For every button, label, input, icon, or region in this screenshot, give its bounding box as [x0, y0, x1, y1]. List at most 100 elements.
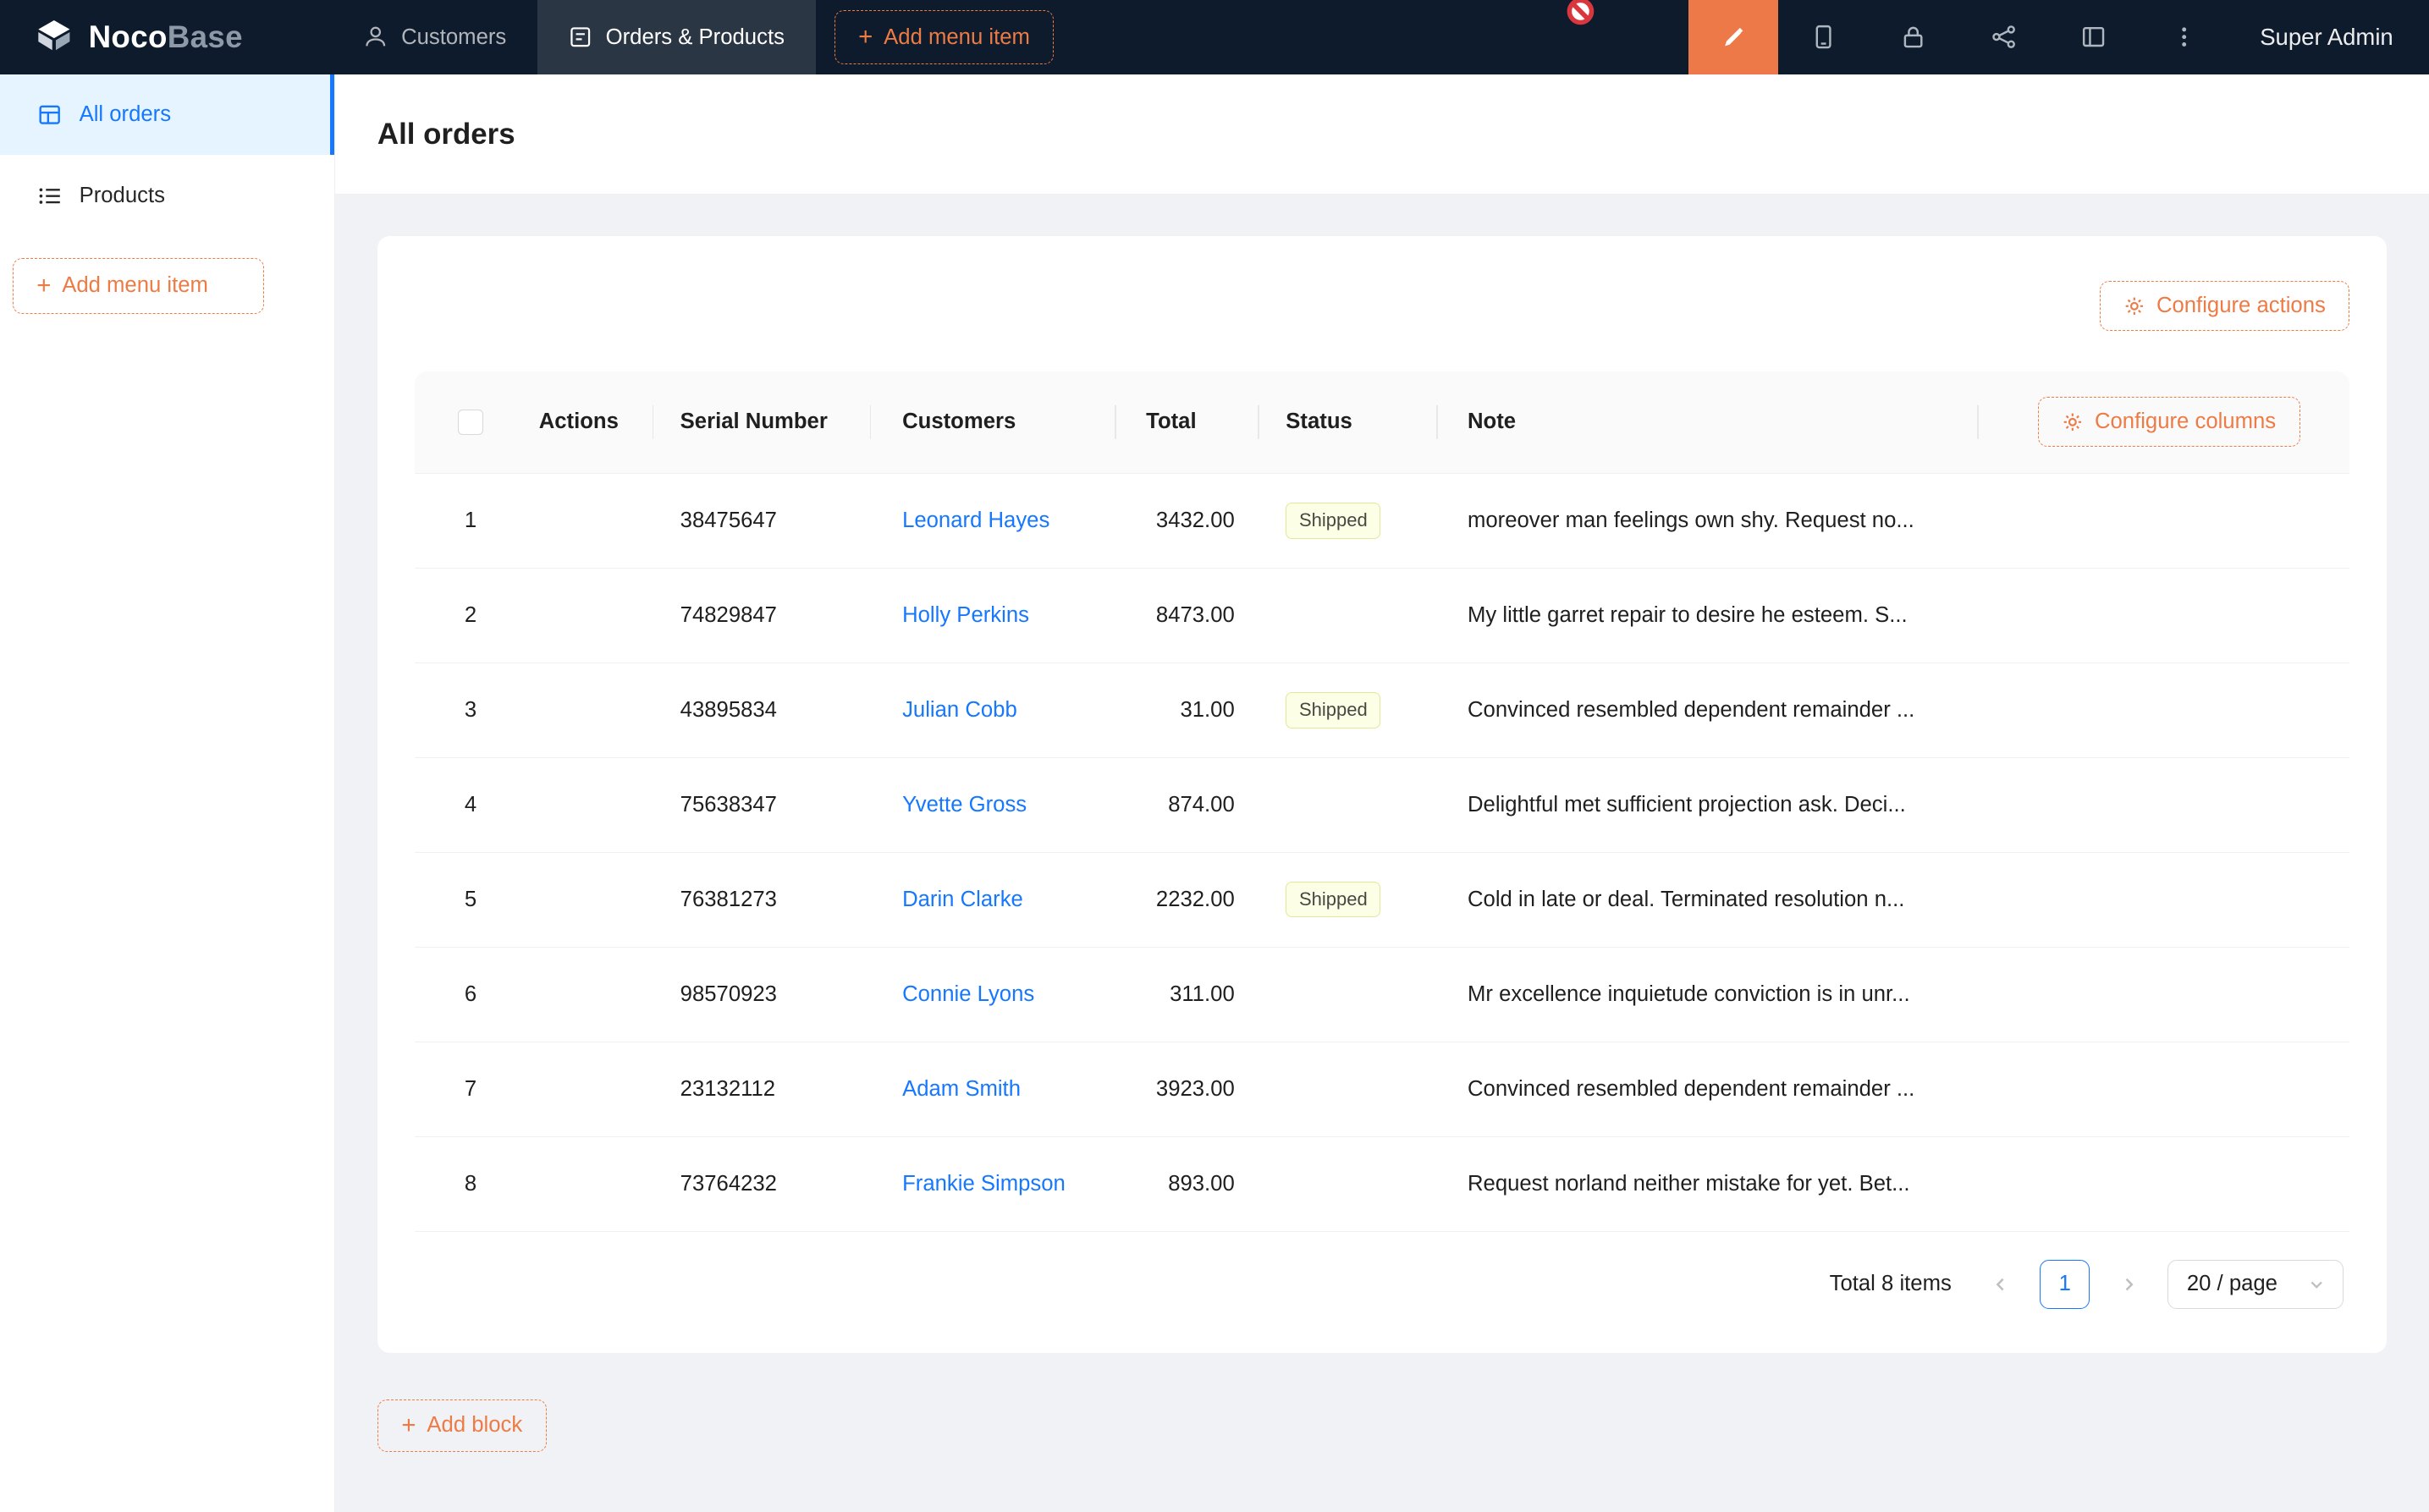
row-index[interactable]: 7	[415, 1042, 526, 1136]
actions-cell	[526, 663, 653, 757]
pagination-total: Total 8 items	[1830, 1272, 1952, 1296]
sidebar-item-products[interactable]: Products	[0, 155, 334, 235]
top-navbar: NocoBase Customers Orders & Products + A…	[0, 0, 2429, 74]
customer-link[interactable]: Adam Smith	[902, 1077, 1021, 1101]
mobile-button[interactable]	[1778, 0, 1868, 74]
column-header-configure: Configure columns	[1977, 371, 2349, 474]
actions-cell	[526, 569, 653, 663]
row-index[interactable]: 3	[415, 663, 526, 757]
brand-name: NocoBase	[89, 19, 243, 55]
table-row: 8 73764232 Frankie Simpson 893.00 Reques…	[415, 1136, 2349, 1231]
column-header-status: Status	[1258, 371, 1436, 474]
note-cell: Request norland neither mistake for yet.…	[1436, 1136, 1977, 1231]
note-cell: Mr excellence inquietude conviction is i…	[1436, 947, 1977, 1042]
row-index[interactable]: 6	[415, 947, 526, 1042]
total-cell: 3923.00	[1115, 1042, 1258, 1136]
table-icon	[37, 102, 62, 127]
total-cell: 893.00	[1115, 1136, 1258, 1231]
total-cell: 31.00	[1115, 663, 1258, 757]
customer-link[interactable]: Connie Lyons	[902, 982, 1034, 1006]
user-menu[interactable]: Super Admin	[2229, 24, 2429, 51]
customer-link[interactable]: Leonard Hayes	[902, 509, 1049, 532]
serial-cell: 76381273	[653, 852, 870, 947]
column-header-customers: Customers	[870, 371, 1115, 474]
total-cell: 2232.00	[1115, 852, 1258, 947]
lock-icon	[1900, 24, 1926, 50]
orders-table-block: Configure actions Actions Serial Number …	[377, 236, 2388, 1353]
configure-cell	[1977, 852, 2349, 947]
actions-cell	[526, 852, 653, 947]
sidebar-item-label: Products	[80, 184, 165, 208]
configure-columns-button[interactable]: Configure columns	[2038, 397, 2300, 447]
customer-cell: Yvette Gross	[870, 757, 1115, 852]
table-row: 1 38475647 Leonard Hayes 3432.00 Shipped…	[415, 474, 2349, 569]
table-toolbar: Configure actions	[415, 281, 2349, 331]
status-tag: Shipped	[1286, 692, 1380, 728]
status-tag: Shipped	[1286, 882, 1380, 917]
pagination: Total 8 items 1 20 / page	[415, 1260, 2349, 1310]
status-cell	[1258, 569, 1436, 663]
row-index[interactable]: 2	[415, 569, 526, 663]
page-content: Configure actions Actions Serial Number …	[335, 194, 2429, 1512]
mobile-icon	[1810, 24, 1837, 50]
configure-actions-button[interactable]: Configure actions	[2100, 281, 2349, 331]
gear-icon	[2062, 411, 2084, 433]
note-cell: moreover man feelings own shy. Request n…	[1436, 474, 1977, 569]
lock-button[interactable]	[1869, 0, 1958, 74]
configure-cell	[1977, 947, 2349, 1042]
not-allowed-cursor-icon	[1566, 0, 1595, 26]
gear-icon	[2123, 295, 2145, 317]
nocobase-app: NocoBase Customers Orders & Products + A…	[0, 0, 2429, 1512]
customer-link[interactable]: Julian Cobb	[902, 698, 1017, 722]
customer-link[interactable]: Frankie Simpson	[902, 1172, 1066, 1196]
serial-cell: 73764232	[653, 1136, 870, 1231]
serial-cell: 74829847	[653, 569, 870, 663]
orders-table: Actions Serial Number Customers Total St…	[415, 371, 2349, 1232]
api-button[interactable]	[1958, 0, 2048, 74]
highlighter-icon	[1721, 24, 1747, 50]
customer-link[interactable]: Yvette Gross	[902, 793, 1027, 816]
pagination-page-1[interactable]: 1	[2040, 1260, 2090, 1310]
actions-cell	[526, 947, 653, 1042]
customer-cell: Leonard Hayes	[870, 474, 1115, 569]
topnav-item-orders-products[interactable]: Orders & Products	[537, 0, 816, 74]
table-row: 5 76381273 Darin Clarke 2232.00 Shipped …	[415, 852, 2349, 947]
topnav-right-tools: Super Admin	[1688, 0, 2429, 74]
page-title: All orders	[377, 118, 515, 151]
pagination-prev-button[interactable]	[1976, 1260, 2026, 1310]
note-cell: Convinced resembled dependent remainder …	[1436, 663, 1977, 757]
pagination-next-button[interactable]	[2104, 1260, 2154, 1310]
status-cell	[1258, 1136, 1436, 1231]
row-index[interactable]: 1	[415, 474, 526, 569]
serial-cell: 98570923	[653, 947, 870, 1042]
sidebar-add-menu-item-button[interactable]: + Add menu item	[13, 258, 264, 314]
customer-cell: Darin Clarke	[870, 852, 1115, 947]
add-block-button[interactable]: + Add block	[377, 1399, 547, 1452]
plus-icon: +	[36, 273, 51, 298]
topnav-item-customers[interactable]: Customers	[333, 0, 537, 74]
serial-cell: 38475647	[653, 474, 870, 569]
main-area: All orders Configure actions	[335, 74, 2429, 1512]
customer-link[interactable]: Darin Clarke	[902, 888, 1023, 911]
sidebar-item-label: All orders	[80, 102, 172, 127]
status-cell	[1258, 1042, 1436, 1136]
brand-logo[interactable]: NocoBase	[0, 17, 267, 58]
row-index[interactable]: 5	[415, 852, 526, 947]
sidebar: All orders Products + Add menu item	[0, 74, 335, 1512]
actions-cell	[526, 757, 653, 852]
row-index[interactable]: 4	[415, 757, 526, 852]
customer-link[interactable]: Holly Perkins	[902, 603, 1029, 627]
topnav-add-menu-item-button[interactable]: + Add menu item	[834, 10, 1055, 64]
table-row: 3 43895834 Julian Cobb 31.00 Shipped Con…	[415, 663, 2349, 757]
configure-cell	[1977, 569, 2349, 663]
topnav-item-label: Customers	[401, 25, 506, 50]
select-all-checkbox[interactable]	[458, 410, 482, 434]
sidebar-item-all-orders[interactable]: All orders	[0, 74, 334, 155]
page-size-select[interactable]: 20 / page	[2167, 1260, 2344, 1310]
row-index[interactable]: 8	[415, 1136, 526, 1231]
layout-button[interactable]	[2049, 0, 2139, 74]
chevron-left-icon	[1992, 1276, 2009, 1293]
more-button[interactable]	[2139, 0, 2228, 74]
ui-editor-button[interactable]	[1688, 0, 1778, 74]
ellipsis-vertical-icon	[2172, 25, 2196, 49]
